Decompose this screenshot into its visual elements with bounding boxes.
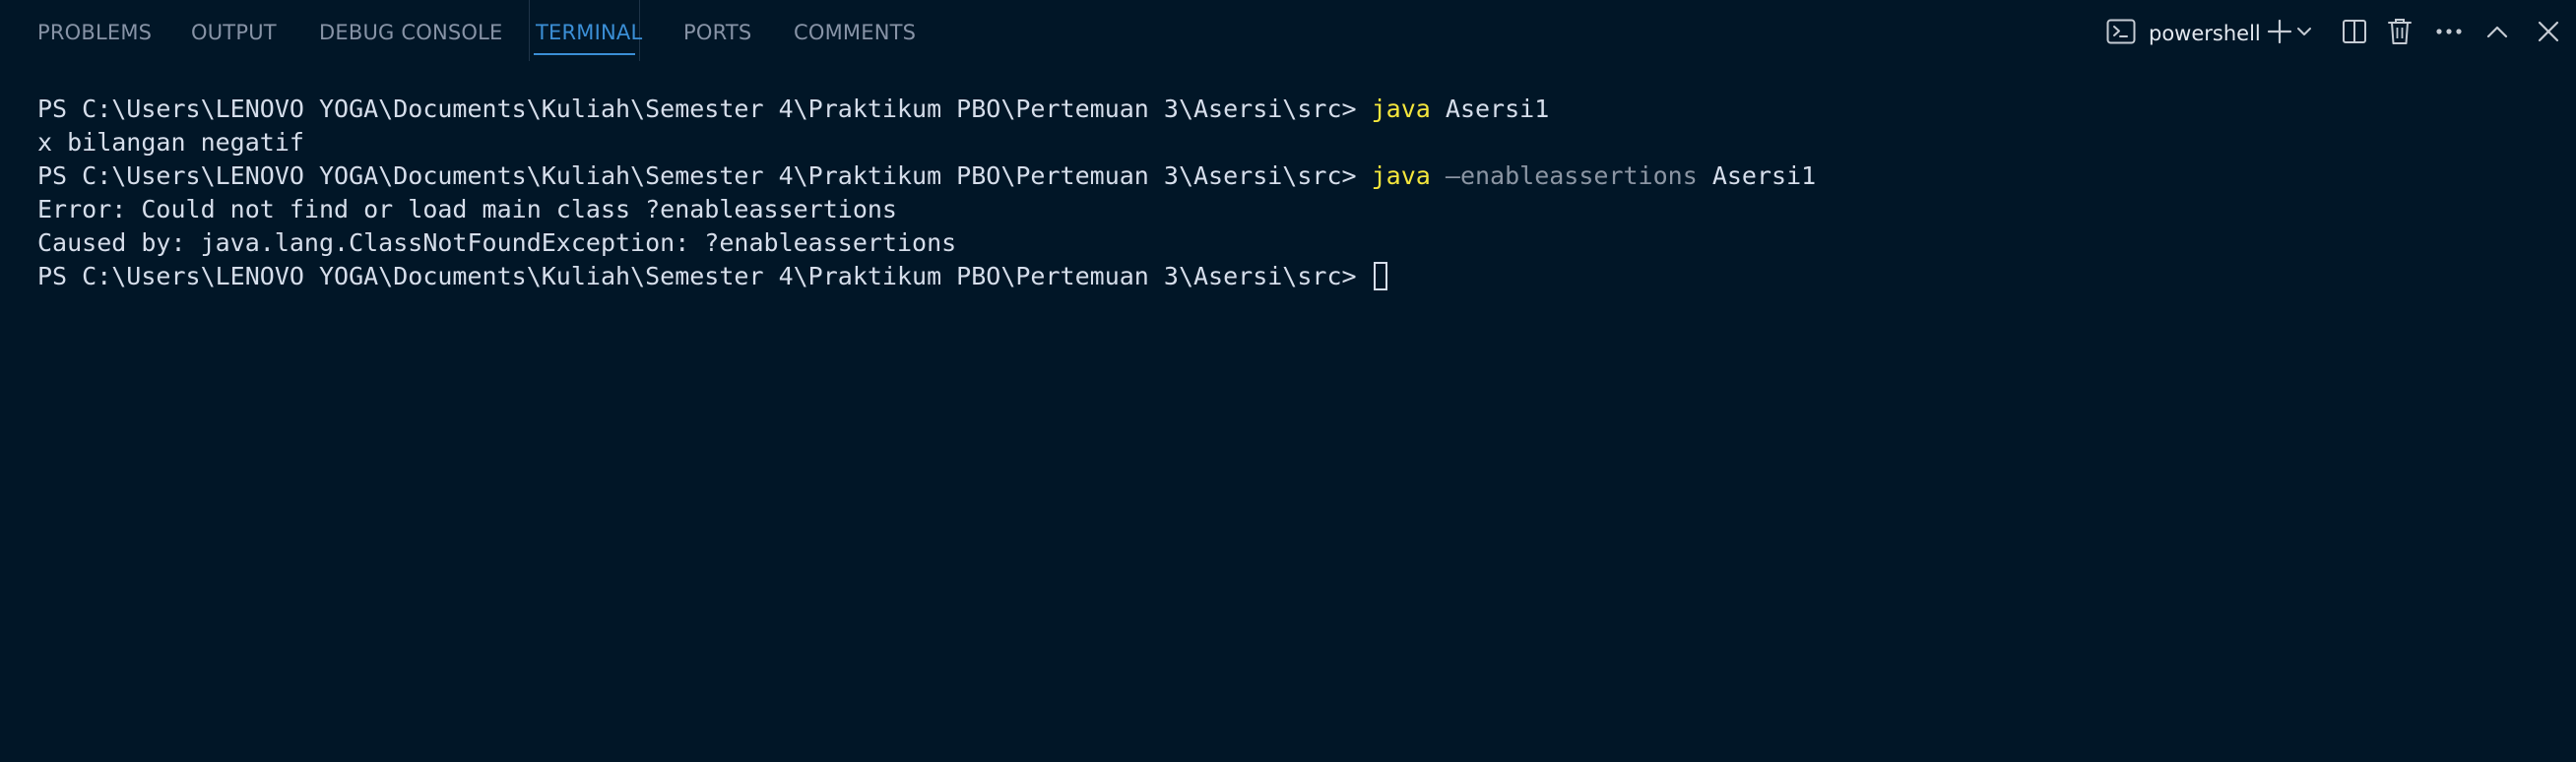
terminal-line: Error: Could not find or load main class… [37, 193, 2539, 226]
terminal-line: Caused by: java.lang.ClassNotFoundExcept… [37, 226, 2539, 260]
error-text: Caused by: java.lang.ClassNotFoundExcept… [37, 228, 957, 257]
command-name: java [1371, 161, 1431, 190]
tab-terminal-label: TERMINAL [536, 21, 643, 44]
prompt: PS C:\Users\LENOVO YOGA\Documents\Kuliah… [37, 95, 1372, 123]
terminal-line: PS C:\Users\LENOVO YOGA\Documents\Kuliah… [37, 260, 2539, 293]
command-arg: Asersi1 [1697, 161, 1817, 190]
tab-debug-console[interactable]: DEBUG CONSOLE [319, 0, 503, 61]
tab-comments-label: COMMENTS [794, 21, 917, 44]
tab-problems[interactable]: PROBLEMS [37, 0, 152, 61]
command-arg: Asersi1 [1430, 95, 1550, 123]
trash-icon[interactable] [2382, 14, 2417, 49]
terminal-icon[interactable] [2103, 14, 2139, 49]
prompt: PS C:\Users\LENOVO YOGA\Documents\Kuliah… [37, 262, 1372, 290]
shell-name-label[interactable]: powershell [2149, 0, 2261, 67]
tab-terminal[interactable]: TERMINAL [529, 0, 642, 61]
terminal-cursor[interactable] [1373, 262, 1387, 290]
command-flag: –enableassertions [1430, 161, 1698, 190]
tab-ports[interactable]: PORTS [683, 0, 751, 61]
tab-problems-label: PROBLEMS [37, 21, 153, 44]
close-icon[interactable] [2531, 14, 2566, 49]
terminal-output[interactable]: PS C:\Users\LENOVO YOGA\Documents\Kuliah… [37, 93, 2539, 293]
tab-output[interactable]: OUTPUT [191, 0, 277, 61]
plus-icon[interactable] [2262, 14, 2297, 49]
tab-output-label: OUTPUT [191, 21, 277, 44]
split-icon[interactable] [2337, 14, 2372, 49]
chevron-up-icon[interactable] [2479, 14, 2515, 49]
tab-comments[interactable]: COMMENTS [794, 0, 916, 61]
terminal-line: PS C:\Users\LENOVO YOGA\Documents\Kuliah… [37, 93, 2539, 126]
tab-ports-label: PORTS [683, 21, 752, 44]
ellipsis-icon[interactable] [2431, 14, 2467, 49]
terminal-line: x bilangan negatif [37, 126, 2539, 159]
tab-debug-console-label: DEBUG CONSOLE [319, 21, 503, 44]
command-name: java [1371, 95, 1431, 123]
terminal-line: PS C:\Users\LENOVO YOGA\Documents\Kuliah… [37, 159, 2539, 193]
panel-tab-bar: PROBLEMS OUTPUT DEBUG CONSOLE TERMINAL P… [0, 0, 2576, 65]
output-text: x bilangan negatif [37, 128, 304, 157]
prompt: PS C:\Users\LENOVO YOGA\Documents\Kuliah… [37, 161, 1372, 190]
error-text: Error: Could not find or load main class… [37, 195, 897, 223]
chevron-down-icon[interactable] [2293, 14, 2315, 49]
